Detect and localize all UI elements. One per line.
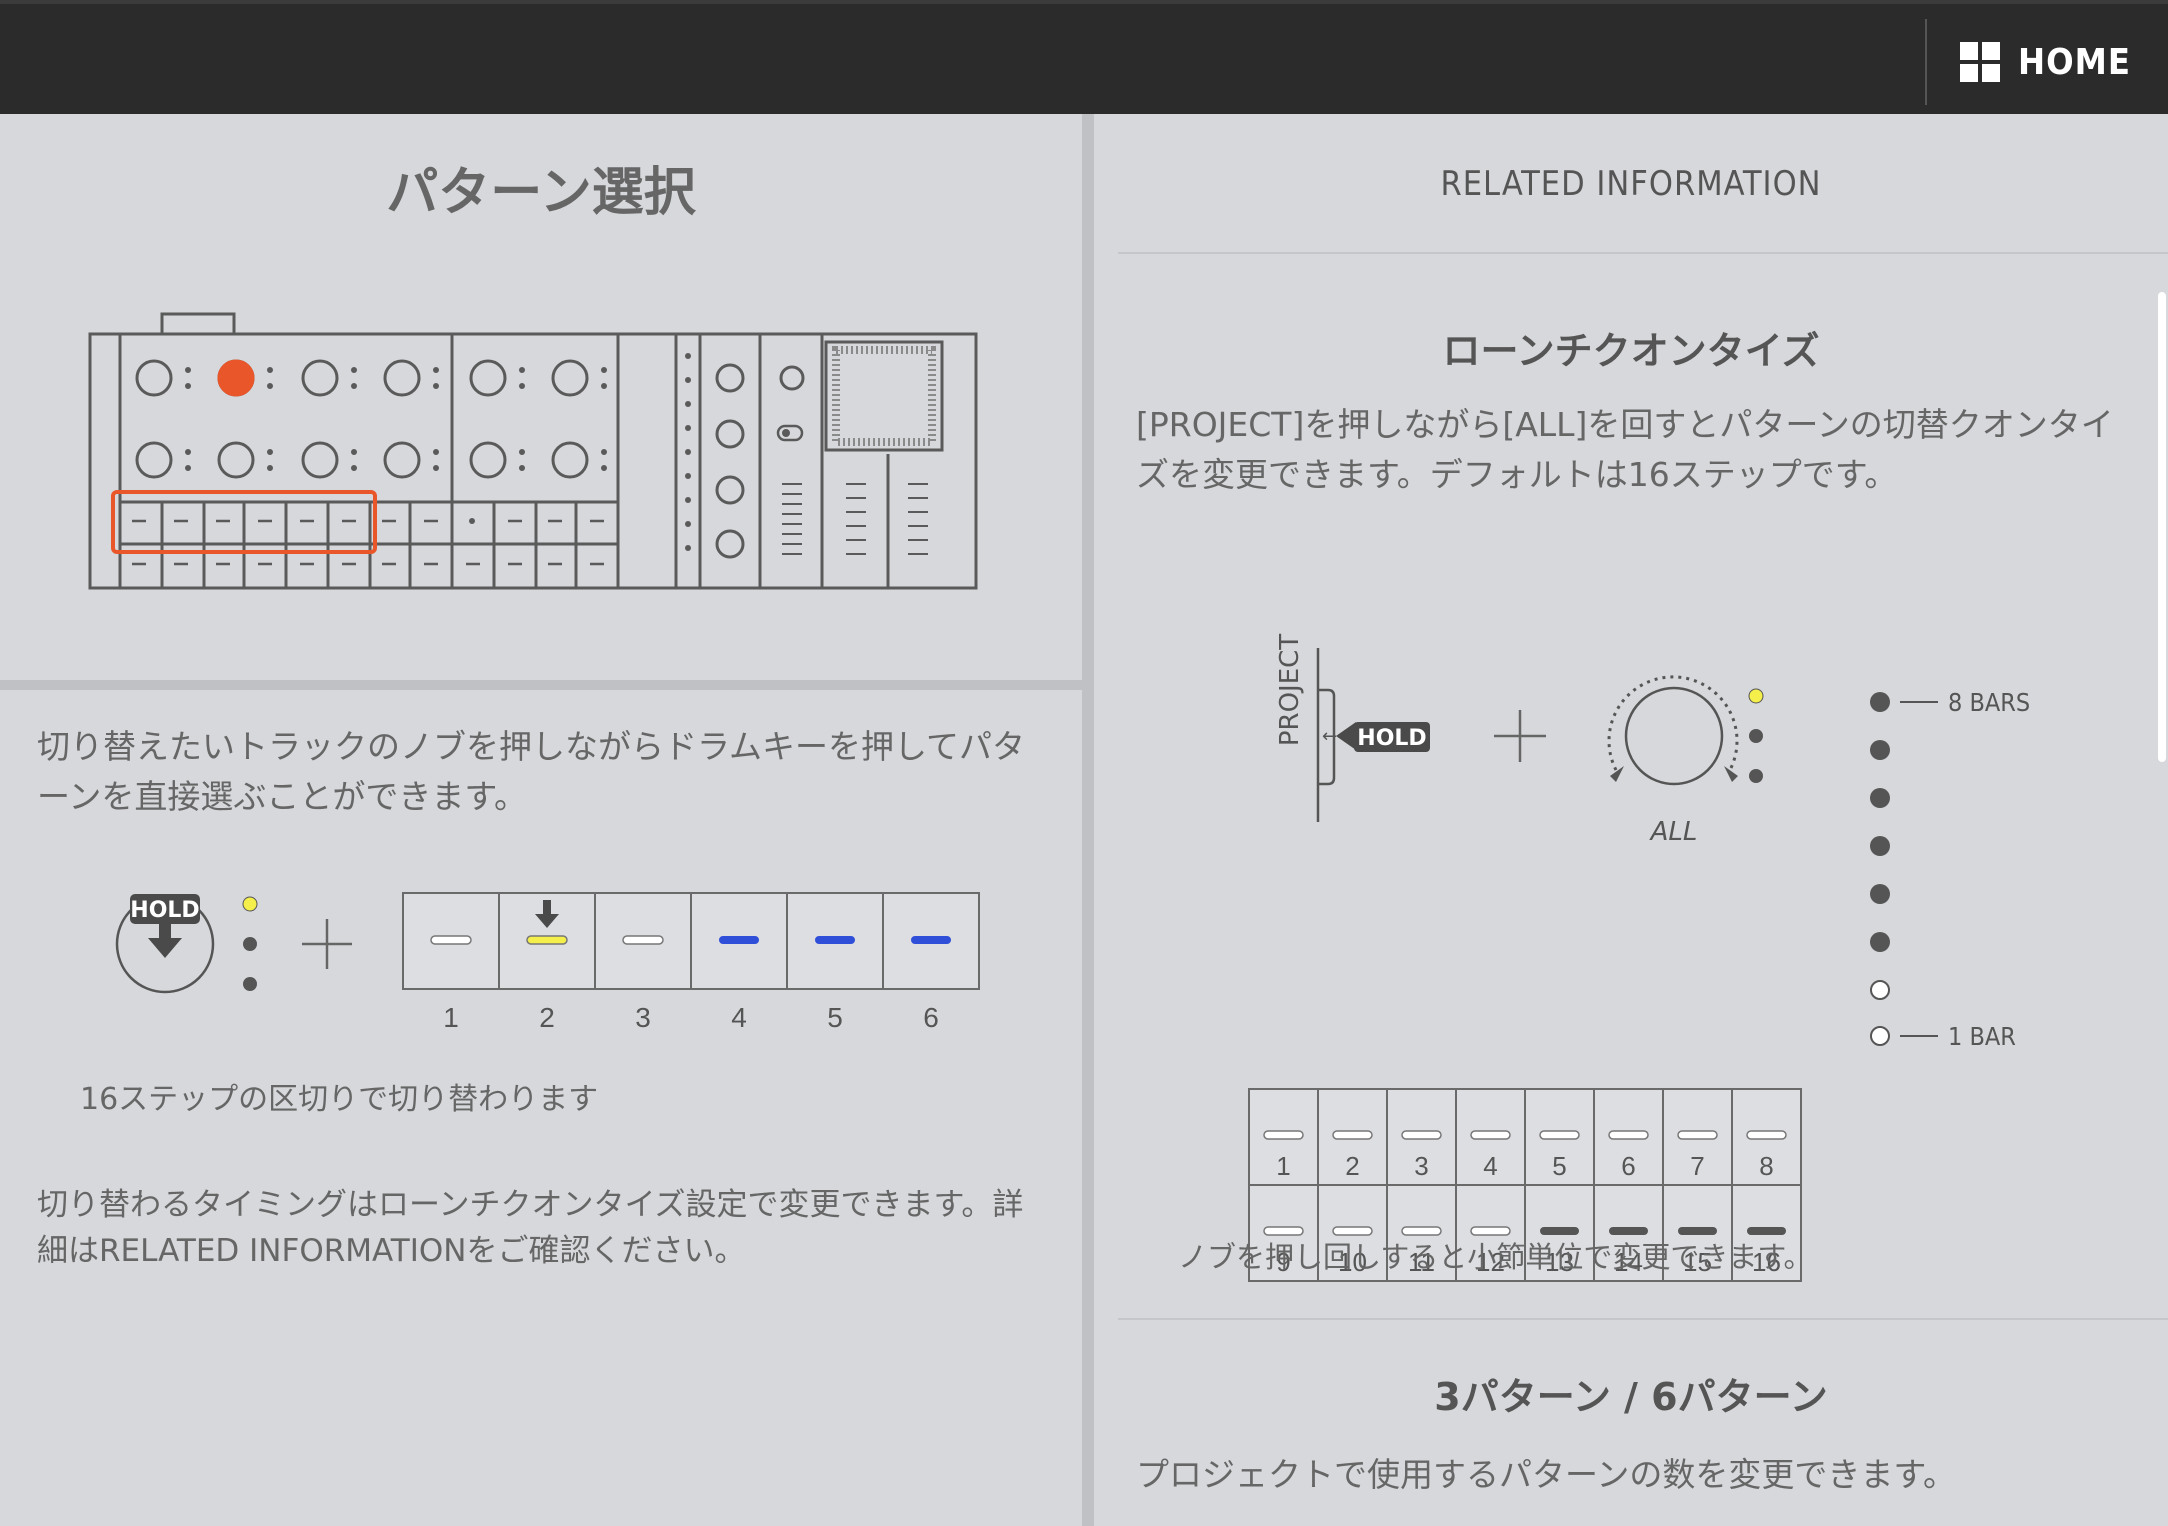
section-rule xyxy=(1118,1318,2168,1320)
hold-label: HOLD xyxy=(1357,726,1426,751)
device-illustration xyxy=(88,312,978,590)
heading-rule xyxy=(1118,252,2168,254)
step-number: 3 xyxy=(635,1002,651,1033)
home-button[interactable]: HOME xyxy=(1960,34,2140,90)
step-led xyxy=(1746,1130,1787,1140)
grid-step-number: 7 xyxy=(1690,1151,1704,1181)
step-led xyxy=(1263,1130,1304,1140)
svg-text:←: ← xyxy=(1322,726,1337,747)
step-led xyxy=(1677,1130,1718,1140)
step-number: 1 xyxy=(443,1002,459,1033)
panel-divider xyxy=(1082,114,1094,1526)
step-number: 4 xyxy=(731,1002,747,1033)
grid-step-number: 3 xyxy=(1414,1151,1428,1181)
all-label: ALL xyxy=(1649,817,1698,847)
project-label: PROJECT xyxy=(1275,634,1305,746)
grid-step-3: 3 xyxy=(1386,1088,1457,1186)
grid-step-2: 2 xyxy=(1317,1088,1388,1186)
grid-step-7: 7 xyxy=(1662,1088,1733,1186)
step-button-3 xyxy=(594,892,692,990)
topbar-separator xyxy=(1925,19,1927,105)
bar-length-indicator: 8 BARS 1 BAR xyxy=(1870,688,2030,1051)
grid-step-number: 8 xyxy=(1759,1151,1773,1181)
bars-max-label: 8 BARS xyxy=(1948,688,2030,717)
step-button-6 xyxy=(882,892,980,990)
hold-label: HOLD xyxy=(130,898,199,923)
step-button-5 xyxy=(786,892,884,990)
step-number: 2 xyxy=(539,1002,555,1033)
hold-knob-diagram: HOLD xyxy=(115,894,352,994)
grid-step-4: 4 xyxy=(1455,1088,1526,1186)
pattern-count-text: プロジェクトで使用するパターンの数を変更できます。 xyxy=(1136,1455,1957,1494)
scrollbar[interactable] xyxy=(2158,292,2166,762)
grid-step-6: 6 xyxy=(1593,1088,1664,1186)
step-led xyxy=(1332,1130,1373,1140)
grid-step-number: 6 xyxy=(1621,1151,1635,1181)
grid-icon xyxy=(1960,42,2000,82)
section-title-pattern-count: 3パターン / 6パターン xyxy=(1434,1375,1828,1419)
related-heading: RELATED INFORMATION xyxy=(1440,164,1822,204)
timing-text: 切り替わるタイミングはローンチクオンタイズ設定で変更できます。詳細はRELATE… xyxy=(37,1187,1024,1269)
bars-min-label: 1 BAR xyxy=(1948,1022,2016,1051)
step-led xyxy=(1470,1130,1511,1140)
step-led xyxy=(1608,1130,1649,1140)
section-title-launch-quantize: ローンチクオンタイズ xyxy=(1442,329,1820,373)
grid-step-number: 4 xyxy=(1483,1151,1497,1181)
home-label: HOME xyxy=(2018,41,2132,83)
switch-note: 16ステップの区切りで切り替わります xyxy=(80,1082,599,1117)
section-divider xyxy=(0,680,1082,690)
grid-step-number: 5 xyxy=(1552,1151,1566,1181)
step-button-1 xyxy=(402,892,500,990)
related-information-panel: RELATED INFORMATION ローンチクオンタイズ [PROJECT]… xyxy=(1094,114,2168,1526)
step-number: 6 xyxy=(923,1002,939,1033)
step-button-4 xyxy=(690,892,788,990)
step-number: 5 xyxy=(827,1002,843,1033)
grid-step-number: 1 xyxy=(1276,1151,1290,1181)
page-title: パターン選択 xyxy=(386,163,696,223)
grid-step-5: 5 xyxy=(1524,1088,1595,1186)
top-bar: HOME xyxy=(0,0,2168,114)
step-led xyxy=(1401,1130,1442,1140)
step-buttons-1-6: 1 2 3 4 5 6 xyxy=(402,892,980,1033)
launch-quantize-note: ノブを押し回しすると小節単位で変更できます。 xyxy=(1178,1240,1813,1274)
grid-step-1: 1 xyxy=(1248,1088,1319,1186)
grid-step-8: 8 xyxy=(1731,1088,1802,1186)
description-text: 切り替えたいトラックのノブを押しながらドラムキーを押してパターンを直接選ぶことが… xyxy=(37,727,1026,816)
launch-quantize-text: [PROJECT]を押しながら[ALL]を回すとパターンの切替クオンタイズを変更… xyxy=(1136,405,2114,494)
grid-step-number: 2 xyxy=(1345,1151,1359,1181)
step-led xyxy=(1539,1130,1580,1140)
step-button-2 xyxy=(498,892,596,990)
